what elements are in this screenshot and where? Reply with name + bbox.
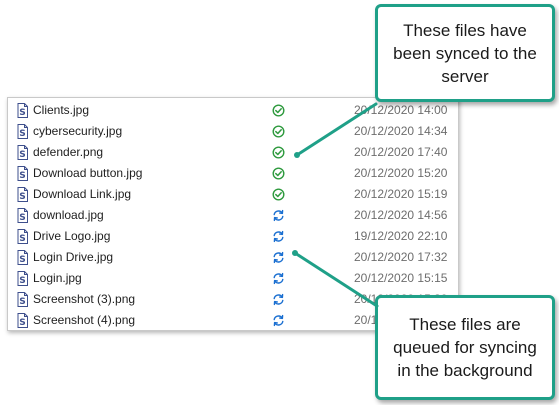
file-s-icon: S	[17, 145, 28, 160]
file-name: download.jpg	[33, 208, 104, 222]
file-s-icon: S	[17, 166, 28, 181]
file-name: Login Drive.jpg	[33, 250, 114, 264]
file-name: Screenshot (3).png	[33, 292, 136, 306]
file-s-icon: S	[17, 187, 28, 202]
file-s-icon: S	[17, 292, 28, 307]
file-row[interactable]: S Login.jpg 20/12/2020 15:15	[8, 268, 460, 289]
file-name: Download button.jpg	[33, 166, 143, 180]
synced-callout-text: These files have been synced to the serv…	[393, 20, 537, 86]
file-name: defender.png	[33, 145, 104, 159]
file-row[interactable]: S Drive Logo.jpg 19/12/2020 22:10	[8, 226, 460, 247]
svg-text:S: S	[19, 297, 25, 307]
file-row[interactable]: S Login Drive.jpg 20/12/2020 17:32	[8, 247, 460, 268]
file-date: 20/12/2020 14:34	[354, 124, 448, 138]
svg-text:S: S	[19, 108, 25, 118]
file-date: 20/12/2020 17:40	[354, 145, 448, 159]
file-date: 20/12/2020 15:15	[354, 271, 448, 285]
file-name: Download Link.jpg	[33, 187, 132, 201]
file-row[interactable]: Scybersecurity.jpg 20/12/2020 14:34	[8, 121, 460, 142]
file-s-icon: S	[17, 250, 28, 265]
sync-arrows-icon	[273, 209, 284, 222]
svg-text:S: S	[19, 213, 25, 223]
file-name: cybersecurity.jpg	[33, 124, 123, 138]
file-s-icon: S	[17, 229, 28, 244]
check-circle-icon	[272, 104, 285, 117]
file-row[interactable]: Sdownload.jpg 20/12/2020 14:56	[8, 205, 460, 226]
file-date: 20/12/2020 14:56	[354, 208, 448, 222]
file-name: Screenshot (4).png	[33, 313, 136, 327]
file-row[interactable]: S Clients.jpg 20/12/2020 14:00	[8, 100, 460, 121]
svg-text:S: S	[19, 318, 25, 328]
svg-text:S: S	[19, 171, 25, 181]
screenshot-stage: S Clients.jpg 20/12/2020 14:00 Scybersecuri…	[0, 0, 559, 405]
svg-text:S: S	[19, 276, 25, 286]
svg-text:S: S	[19, 150, 25, 160]
synced-callout: These files have been synced to the serv…	[375, 4, 555, 102]
file-row[interactable]: Sdefender.png 20/12/2020 17:40	[8, 142, 460, 163]
check-circle-icon	[272, 188, 285, 201]
file-name: Clients.jpg	[33, 103, 90, 117]
queued-callout: These files are queued for syncing in th…	[375, 295, 555, 400]
svg-text:S: S	[19, 255, 25, 265]
file-date: 20/12/2020 14:00	[354, 103, 448, 117]
file-row[interactable]: S Download button.jpg 20/12/2020 15:20	[8, 163, 460, 184]
file-date: 20/12/2020 17:32	[354, 250, 448, 264]
file-date: 19/12/2020 22:10	[354, 229, 448, 243]
svg-text:S: S	[19, 192, 25, 202]
file-date: 20/12/2020 15:20	[354, 166, 448, 180]
check-circle-icon	[272, 125, 285, 138]
sync-arrows-icon	[273, 251, 284, 264]
file-s-icon: S	[17, 313, 28, 328]
file-row[interactable]: S Download Link.jpg 20/12/2020 15:19	[8, 184, 460, 205]
file-s-icon: S	[17, 124, 28, 139]
file-date: 20/12/2020 15:19	[354, 187, 448, 201]
sync-arrows-icon	[273, 314, 284, 327]
sync-arrows-icon	[273, 293, 284, 306]
file-s-icon: S	[17, 208, 28, 223]
svg-text:S: S	[19, 129, 25, 139]
queued-callout-text: These files are queued for syncing in th…	[393, 315, 537, 380]
check-circle-icon	[272, 146, 285, 159]
file-s-icon: S	[17, 103, 28, 118]
file-name: Drive Logo.jpg	[33, 229, 111, 243]
sync-arrows-icon	[273, 230, 284, 243]
svg-text:S: S	[19, 234, 25, 244]
file-name: Login.jpg	[33, 271, 82, 285]
sync-arrows-icon	[273, 272, 284, 285]
check-circle-icon	[272, 167, 285, 180]
file-s-icon: S	[17, 271, 28, 286]
